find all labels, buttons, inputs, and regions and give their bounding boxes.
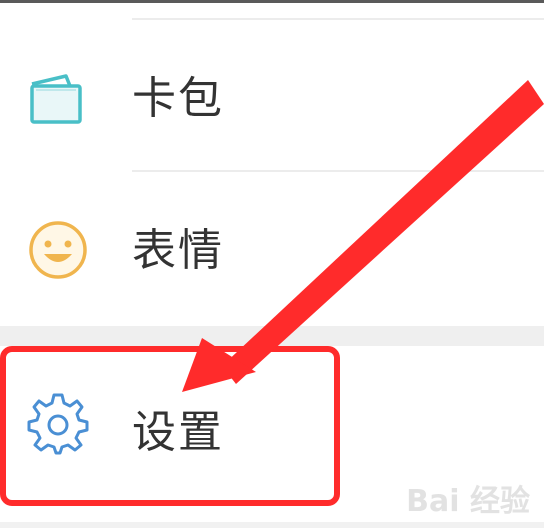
watermark: Bai 经验 xyxy=(406,484,530,519)
pointer-arrow xyxy=(182,80,544,392)
bottom-strip xyxy=(0,522,544,528)
